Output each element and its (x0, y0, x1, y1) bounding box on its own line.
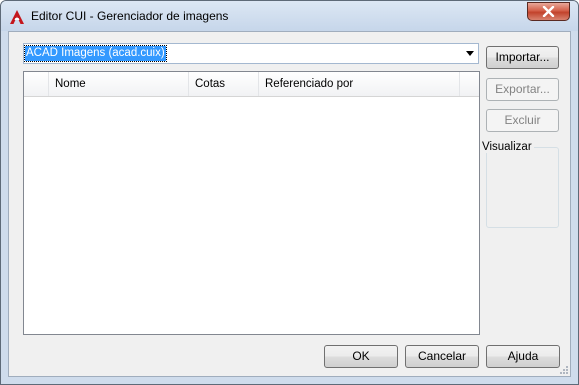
cui-image-manager-window: Editor CUI - Gerenciador de imagens ACAD… (0, 0, 579, 385)
dropdown-selected-value: ACAD Imagens (acad.cuix) (24, 45, 167, 62)
column-header-filler (460, 72, 479, 96)
dialog-body: ACAD Imagens (acad.cuix) Nome Cotas Refe… (8, 31, 571, 377)
preview-panel (486, 147, 559, 228)
cancel-button[interactable]: Cancelar (405, 345, 479, 368)
preview-label: Visualizar (480, 141, 534, 153)
resize-grip-icon[interactable] (559, 365, 569, 375)
title-bar[interactable]: Editor CUI - Gerenciador de imagens (1, 1, 578, 31)
image-list[interactable]: Nome Cotas Referenciado por (23, 71, 480, 335)
ok-button[interactable]: OK (324, 345, 398, 368)
help-button[interactable]: Ajuda (486, 345, 560, 368)
import-button[interactable]: Importar... (486, 46, 559, 69)
column-header-name[interactable]: Nome (49, 72, 189, 96)
list-header: Nome Cotas Referenciado por (24, 72, 479, 97)
chevron-down-icon[interactable] (466, 51, 474, 56)
close-icon (542, 6, 555, 17)
window-title: Editor CUI - Gerenciador de imagens (31, 9, 229, 23)
column-header-dimensions[interactable]: Cotas (189, 72, 259, 96)
export-button[interactable]: Exportar... (486, 78, 559, 101)
column-header-icon[interactable] (24, 72, 49, 96)
autocad-a-icon (9, 9, 25, 25)
customization-file-dropdown[interactable]: ACAD Imagens (acad.cuix) (23, 43, 479, 64)
column-header-referenced-by[interactable]: Referenciado por (259, 72, 460, 96)
delete-button[interactable]: Excluir (486, 109, 559, 132)
close-button[interactable] (527, 2, 570, 21)
